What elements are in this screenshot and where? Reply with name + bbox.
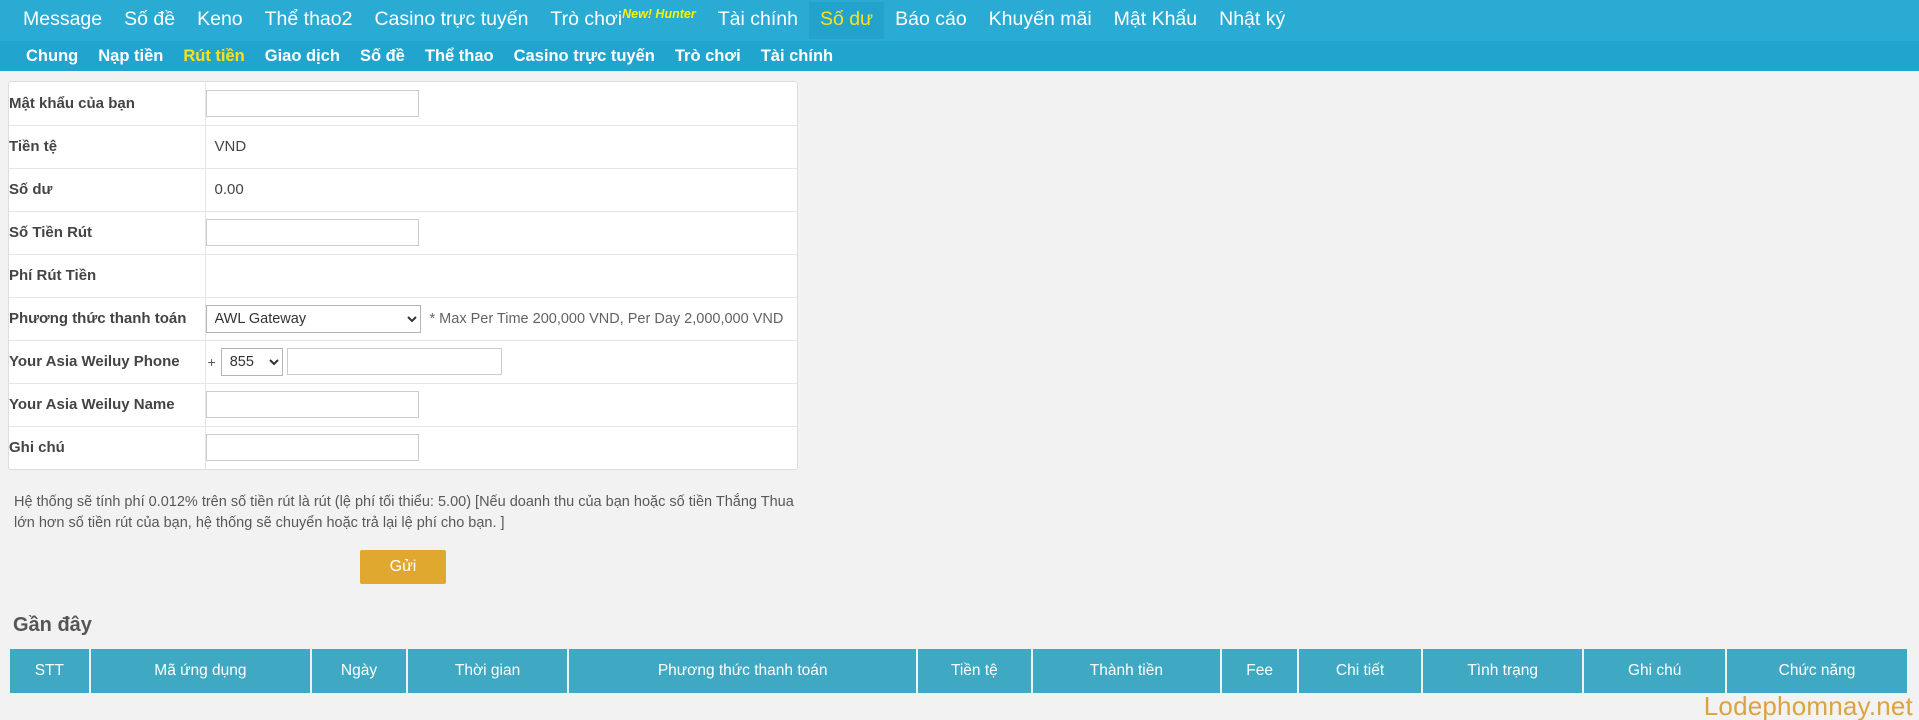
recent-column-header: Fee (1222, 649, 1298, 694)
topnav-item-label: Mật Khẩu (1113, 8, 1198, 31)
topnav-item-label: Tài chính (717, 8, 798, 31)
currency-label: Tiền tệ (9, 125, 206, 168)
recent-column-header: STT (10, 649, 89, 694)
subnav-item-4[interactable]: Số đề (350, 48, 415, 65)
withdraw-form-table: Mật khẩu của bạn Tiền tệ VND Số dư 0.00 … (9, 82, 797, 469)
name-cell (205, 383, 797, 426)
amount-label: Số Tiền Rút (9, 211, 206, 254)
form-row-payment-method: Phương thức thanh toán AWL Gateway * Max … (9, 297, 797, 340)
fee-value (205, 254, 797, 297)
recent-transactions-table: STT Mã ứng dụng Ngày Thời gian Phương thức t… (8, 649, 1909, 694)
country-code-select[interactable]: 855 (220, 347, 283, 376)
submit-row: Gửi (8, 550, 798, 585)
payment-method-label: Phương thức thanh toán (9, 297, 206, 340)
subnav-item-8[interactable]: Tài chính (751, 48, 843, 65)
topnav-item-8[interactable]: Báo cáo (884, 2, 978, 39)
form-row-fee: Phí Rút Tiền (9, 254, 797, 297)
recent-column-header: Thời gian (407, 649, 568, 694)
recent-section-title: Gần đây (13, 614, 92, 637)
balance-value: 0.00 (214, 181, 244, 198)
password-input[interactable] (205, 89, 419, 117)
note-input[interactable] (205, 434, 419, 462)
recent-table-wrapper: STT Mã ứng dụng Ngày Thời gian Phương thức t… (8, 649, 1919, 694)
form-row-phone: Your Asia Weiluy Phone +855 (9, 340, 797, 383)
recent-column-header: Phương thức thanh toán (569, 649, 917, 694)
fee-label: Phí Rút Tiền (9, 254, 206, 297)
form-row-password: Mật khẩu của bạn (9, 82, 797, 125)
subnav-item-1[interactable]: Nạp tiền (88, 48, 173, 65)
payment-method-hint: * Max Per Time 200,000 VND, Per Day 2,00… (429, 310, 784, 327)
topnav-item-label: Keno (197, 8, 243, 31)
phone-input[interactable] (286, 348, 502, 375)
main-content: Mật khẩu của bạn Tiền tệ VND Số dư 0.00 … (0, 71, 1919, 720)
topnav-item-label: Thể thao2 (264, 8, 353, 31)
payment-method-cell: AWL Gateway * Max Per Time 200,000 VND, P… (205, 297, 797, 340)
topnav-item-0[interactable]: Message (12, 2, 113, 39)
topnav-item-label: Khuyến mãi (988, 8, 1092, 31)
phone-label: Your Asia Weiluy Phone (9, 340, 206, 383)
recent-column-header: Mã ứng dụng (90, 649, 311, 694)
subnav-item-7[interactable]: Trò chơi (665, 48, 751, 65)
phone-cell: +855 (205, 340, 797, 383)
phone-plus-sign: + (207, 353, 216, 370)
form-row-amount: Số Tiền Rút (9, 211, 797, 254)
recent-column-header: Tình trạng (1422, 649, 1583, 694)
topnav-item-2[interactable]: Keno (186, 2, 254, 39)
topnav-item-label: Casino trực tuyến (374, 8, 529, 31)
note-cell (205, 426, 797, 469)
topnav-item-label: Số dư (819, 8, 874, 31)
recent-column-header: Ghi chú (1584, 649, 1725, 694)
note-label: Ghi chú (9, 426, 206, 469)
topnav-item-5[interactable]: Trò chơiNew! Hunter (539, 2, 706, 39)
topnav-item-label: Nhật ký (1219, 8, 1286, 31)
payment-method-select[interactable]: AWL Gateway (205, 304, 421, 333)
top-navigation-bar: Message Số đề Keno Thể thao2 Casino trực tuy… (0, 0, 1919, 41)
recent-column-header: Chức năng (1726, 649, 1907, 694)
site-watermark: Lodephomnay.net (1703, 691, 1913, 720)
form-row-currency: Tiền tệ VND (9, 125, 797, 168)
topnav-item-label: Số đề (124, 8, 176, 31)
password-cell (205, 82, 797, 125)
amount-cell (205, 211, 797, 254)
topnav-item-label: Báo cáo (895, 8, 967, 31)
topnav-item-9[interactable]: Khuyến mãi (978, 2, 1103, 39)
name-label: Your Asia Weiluy Name (9, 383, 206, 426)
topnav-item-4[interactable]: Casino trực tuyến (363, 2, 539, 39)
name-input[interactable] (205, 391, 419, 418)
topnav-item-1[interactable]: Số đề (113, 2, 186, 39)
password-label: Mật khẩu của bạn (9, 82, 206, 125)
currency-value: VND (214, 138, 247, 155)
recent-column-header: Tiền tệ (918, 649, 1031, 694)
topnav-item-label: Trò chơi (550, 8, 623, 31)
topnav-item-label: Message (23, 8, 103, 31)
recent-table-header-row: STT Mã ứng dụng Ngày Thời gian Phương thức t… (10, 649, 1907, 694)
recent-column-header: Thành tiền (1032, 649, 1221, 694)
amount-input[interactable] (205, 219, 419, 246)
topnav-item-11[interactable]: Nhật ký (1208, 2, 1296, 39)
subnav-item-2[interactable]: Rút tiền (173, 48, 254, 65)
form-row-balance: Số dư 0.00 (9, 168, 797, 211)
recent-column-header: Chi tiết (1299, 649, 1421, 694)
subnav-item-5[interactable]: Thể thao (415, 48, 504, 65)
form-row-name: Your Asia Weiluy Name (9, 383, 797, 426)
topnav-item-3[interactable]: Thể thao2 (254, 2, 364, 39)
topnav-item-badge: New! Hunter (622, 7, 696, 22)
balance-label: Số dư (9, 168, 206, 211)
subnav-item-0[interactable]: Chung (16, 48, 88, 65)
recent-column-header: Ngày (312, 649, 406, 694)
subnav-item-6[interactable]: Casino trực tuyến (504, 48, 665, 65)
topnav-item-6[interactable]: Tài chính (707, 2, 809, 39)
submit-button[interactable]: Gửi (359, 550, 447, 585)
topnav-item-7[interactable]: Số dư (808, 2, 885, 39)
withdraw-form-panel: Mật khẩu của bạn Tiền tệ VND Số dư 0.00 … (8, 81, 798, 470)
form-row-note: Ghi chú (9, 426, 797, 469)
fee-footnote: Hệ thống sẽ tính phí 0.012% trên số tiền… (14, 494, 794, 532)
topnav-item-10[interactable]: Mật Khẩu (1103, 2, 1208, 39)
subnav-item-3[interactable]: Giao dịch (255, 48, 350, 65)
sub-navigation-bar: Chung Nạp tiền Rút tiền Giao dịch Số đề Thể t… (0, 41, 1919, 71)
